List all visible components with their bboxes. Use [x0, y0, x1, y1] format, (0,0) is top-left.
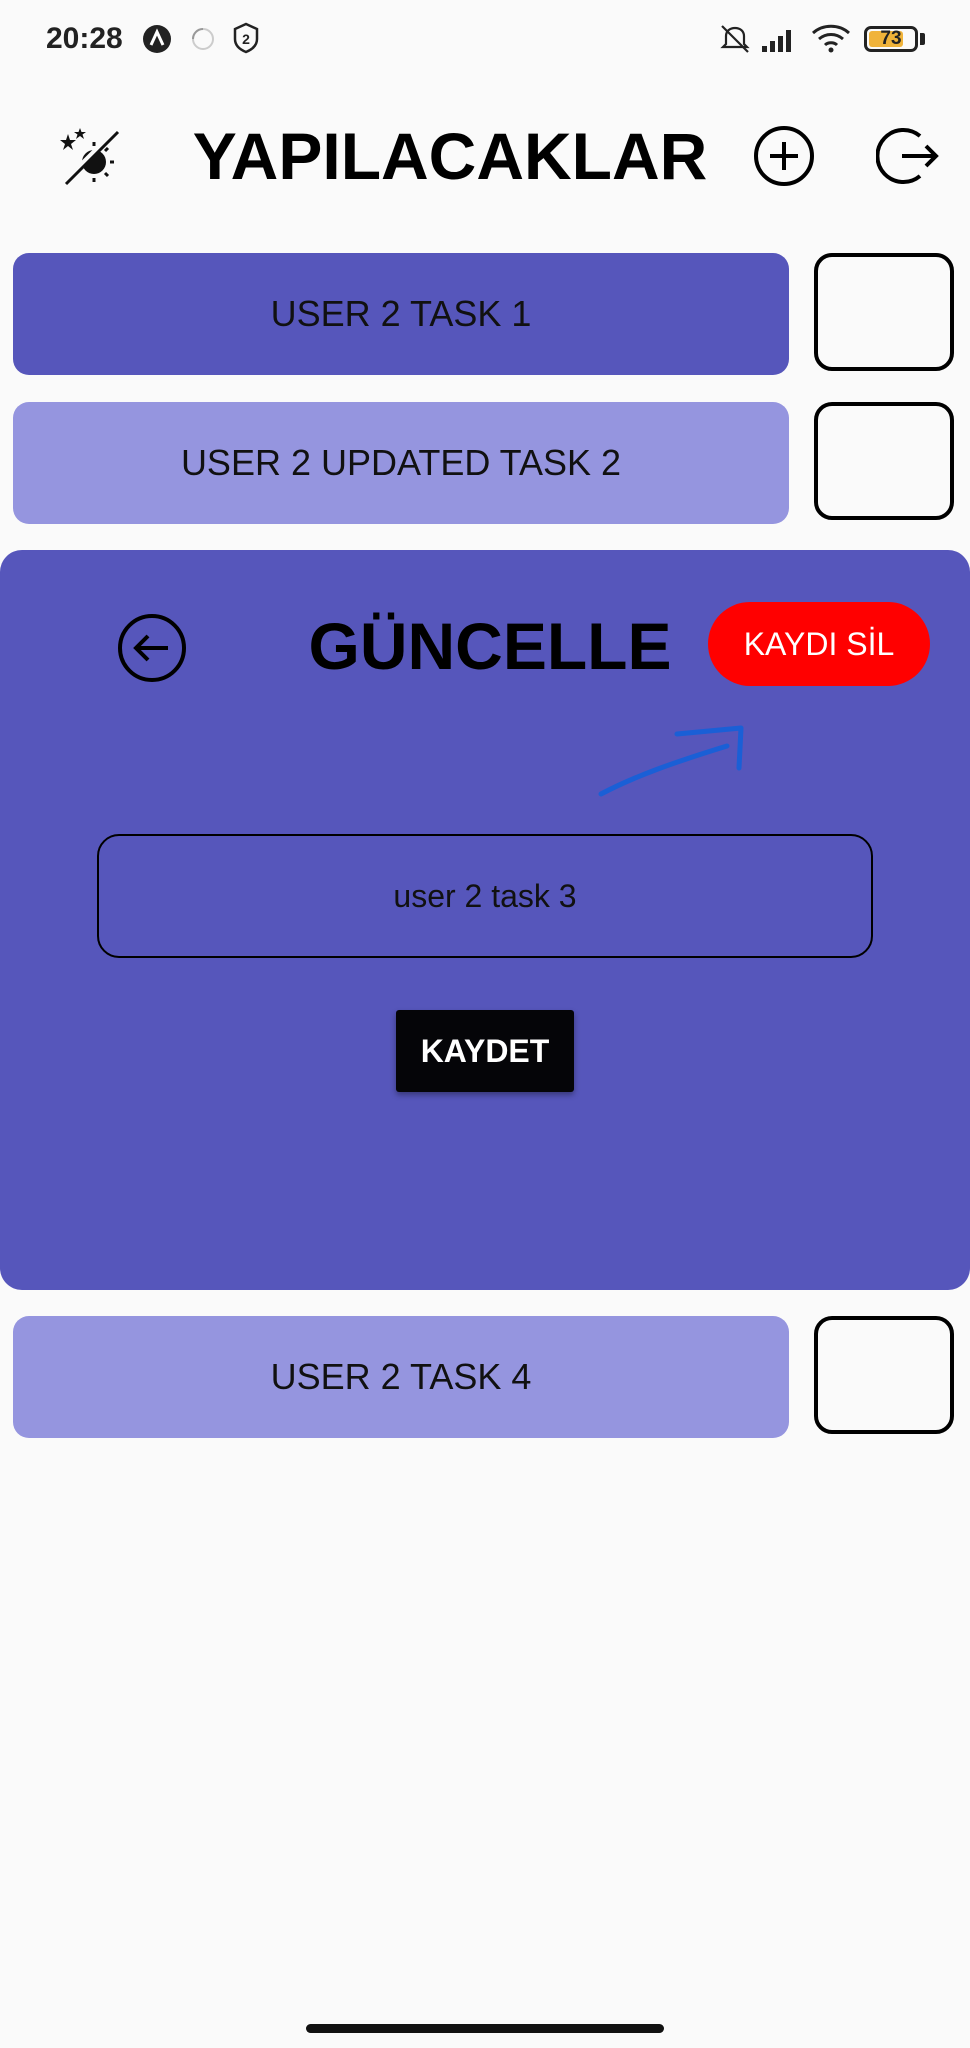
task-checkbox[interactable] — [814, 253, 954, 371]
page-title: YAPILACAKLAR — [192, 119, 708, 193]
svg-text:2: 2 — [242, 31, 250, 47]
task-label: USER 2 TASK 4 — [270, 1356, 532, 1397]
wifi-icon — [811, 24, 851, 53]
task-checkbox[interactable] — [814, 402, 954, 520]
battery-icon: 73 — [864, 26, 918, 52]
update-title: GÜNCELLE — [308, 609, 672, 683]
shield-2-icon: 2 — [233, 22, 259, 54]
gesture-nav-bar[interactable] — [306, 2024, 664, 2033]
a-badge-icon — [143, 25, 171, 53]
task-item[interactable]: USER 2 UPDATED TASK 2 — [13, 402, 789, 524]
status-time: 20:28 — [46, 22, 123, 55]
save-button[interactable]: KAYDET — [396, 1010, 574, 1092]
signal-icon — [762, 30, 791, 52]
task-item[interactable]: USER 2 TASK 1 — [13, 253, 789, 375]
task-label: USER 2 UPDATED TASK 2 — [180, 442, 622, 483]
task-item[interactable]: USER 2 TASK 4 — [13, 1316, 789, 1438]
status-bar: 20:28 2 73 — [0, 0, 970, 80]
add-circle-icon[interactable] — [752, 124, 816, 188]
task-label: USER 2 TASK 1 — [270, 293, 532, 334]
delete-record-button[interactable]: KAYDI SİL — [708, 602, 930, 686]
back-arrow-icon[interactable] — [116, 612, 188, 684]
annotation-arrow-icon — [598, 725, 744, 797]
logout-icon[interactable] — [876, 124, 940, 188]
task-checkbox[interactable] — [814, 1316, 954, 1434]
task-edit-input[interactable] — [97, 834, 873, 958]
battery-level: 73 — [880, 28, 902, 49]
mute-icon — [720, 25, 750, 53]
loading-circle-icon — [192, 28, 214, 50]
theme-toggle-icon[interactable] — [58, 124, 122, 188]
